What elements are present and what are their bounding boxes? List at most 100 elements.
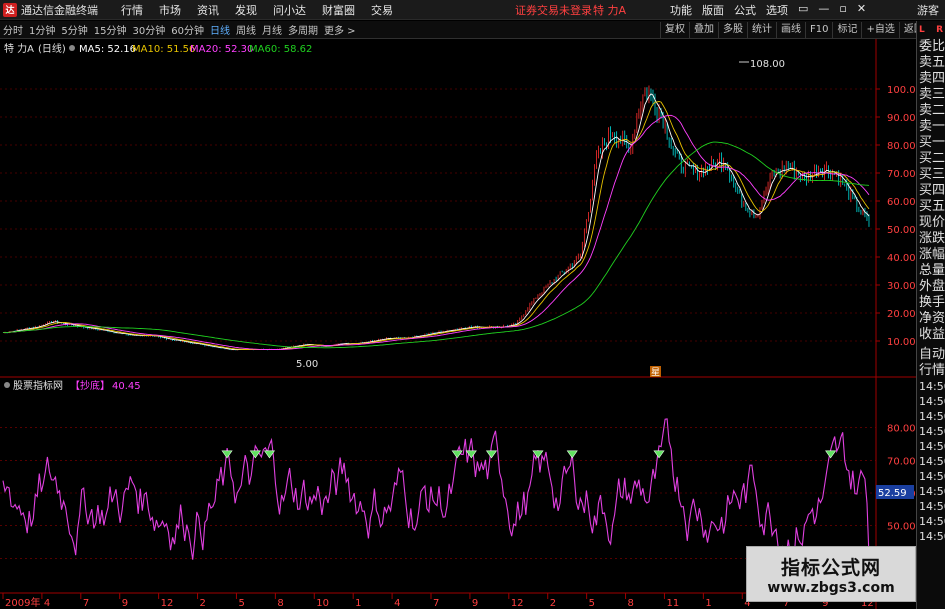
right-menus: 功能 版面 公式 选项 ▭ — ▫ ✕ (665, 2, 871, 18)
x-tick-label: 5 (238, 598, 244, 609)
side-net-assets: 净资 (919, 311, 945, 326)
period-multi[interactable]: 多周期 (285, 22, 321, 37)
price-tick-label: 50.00 (887, 225, 916, 236)
side-right-label[interactable]: R (936, 25, 943, 35)
tick-time: 14:50 (919, 395, 945, 408)
side-turnover: 换手 (919, 295, 945, 310)
ma10-line (2, 101, 870, 351)
menu-options[interactable]: 选项 (761, 2, 793, 18)
x-tick-label: 9 (122, 598, 128, 609)
app-title: 通达信金融终端 (21, 3, 98, 17)
high-label: 108.00 (750, 59, 785, 70)
menu-discover[interactable]: 发现 (227, 2, 265, 18)
period-monthly[interactable]: 月线 (259, 22, 285, 37)
adjust-button[interactable]: 复权 (660, 21, 689, 38)
candles (4, 85, 870, 351)
watermark-title: 指标公式网 (780, 556, 881, 579)
menu-news[interactable]: 资讯 (189, 2, 227, 18)
indicator-value: 40.45 (112, 381, 141, 392)
period-15min[interactable]: 15分钟 (91, 22, 130, 37)
indicator-tick-label: 70.00 (887, 456, 916, 467)
chart-area[interactable]: 特 力A (日线) MA5: 52.16 MA10: 51.56 MA20: 5… (0, 39, 916, 609)
indicator-current-value: 52.59 (878, 488, 907, 499)
side-left-label[interactable]: L (919, 25, 925, 35)
price-tick-label: 100.00 (887, 85, 916, 96)
tick-time: 14:50 (919, 470, 945, 483)
settings-dot-icon[interactable] (69, 45, 75, 51)
draw-line-button[interactable]: 画线 (776, 21, 805, 38)
legend-ma10: MA10: 51.56 (132, 44, 195, 55)
top-signal-icon (221, 450, 233, 459)
price-tick-label: 60.00 (887, 197, 916, 208)
guest-label[interactable]: 游客 (917, 2, 939, 18)
x-tick-label: 4 (394, 598, 400, 609)
side-ask2: 卖二 (919, 103, 945, 118)
side-quotes[interactable]: 行情 (917, 363, 945, 379)
restore-icon[interactable]: ▭ (793, 2, 813, 18)
period-60min[interactable]: 60分钟 (168, 22, 207, 37)
top-signal-icon (825, 450, 837, 459)
mark-button[interactable]: 标记 (832, 21, 861, 38)
period-more[interactable]: 更多 > (321, 22, 359, 37)
x-tick-label: 12 (161, 598, 174, 609)
period-timeshare[interactable]: 分时 (0, 22, 26, 37)
period-weekly[interactable]: 周线 (233, 22, 259, 37)
close-icon[interactable]: ✕ (852, 2, 871, 18)
menu-wealth-circle[interactable]: 财富圈 (314, 2, 363, 18)
statistics-button[interactable]: 统计 (747, 21, 776, 38)
tick-time: 14:50 (919, 380, 945, 393)
side-ask4: 卖四 (919, 71, 945, 86)
panel-settings-icon[interactable] (4, 382, 10, 388)
login-status[interactable]: 证券交易未登录 (515, 2, 592, 18)
menu-market-quotes[interactable]: 行情 (113, 2, 151, 18)
tick-time: 14:50 (919, 485, 945, 498)
date-axis: 2009年 4 7 9 12 2 5 8 10 1 4 7 9 12 2 5 8 11 1 4 7 9 12 (2, 593, 874, 609)
menu-layout[interactable]: 版面 (697, 2, 729, 18)
menu-function[interactable]: 功能 (665, 2, 697, 18)
period-daily[interactable]: 日线 (207, 22, 233, 37)
lower-panel-header: 股票指标网 【抄底】 40.45 (4, 379, 141, 392)
minimize-icon[interactable]: — (813, 2, 834, 18)
low-label: 5.00 (296, 359, 318, 370)
period-30min[interactable]: 30分钟 (129, 22, 168, 37)
f10-button[interactable]: F10 (805, 21, 832, 38)
maximize-icon[interactable]: ▫ (834, 2, 851, 18)
legend-ma60: MA60: 58.62 (249, 44, 312, 55)
side-auto[interactable]: 自动 (917, 347, 945, 363)
side-ask1: 卖一 (919, 119, 945, 134)
tick-time: 14:50 (919, 425, 945, 438)
add-watchlist-button[interactable]: +自选 (861, 21, 898, 38)
menu-formula[interactable]: 公式 (729, 2, 761, 18)
top-signal-icon (566, 450, 578, 459)
x-tick-label: 1 (355, 598, 361, 609)
price-tick-label: 80.00 (887, 141, 916, 152)
price-tick-label: 10.00 (887, 337, 916, 348)
x-tick-label: 11 (666, 598, 679, 609)
menu-ask[interactable]: 问小达 (265, 2, 314, 18)
legend-ma20: MA20: 52.30 (190, 44, 253, 55)
side-current-price: 现价 (919, 215, 945, 230)
x-tick-label: 1 (705, 598, 711, 609)
title-bar: 达 通达信金融终端 行情 市场 资讯 发现 问小达 财富圈 交易 证券交易未登录… (0, 0, 945, 20)
x-tick-label: 2 (550, 598, 556, 609)
tick-time: 14:50 (919, 455, 945, 468)
x-tick-label: 7 (433, 598, 439, 609)
period-5min[interactable]: 5分钟 (58, 22, 90, 37)
price-tick-label: 20.00 (887, 309, 916, 320)
indicator-source: 股票指标网 (13, 379, 63, 392)
side-change-pct: 涨幅 (919, 247, 945, 262)
menu-trade[interactable]: 交易 (363, 2, 401, 18)
indicator-tick-label: 50.00 (887, 522, 916, 533)
period-1min[interactable]: 1分钟 (26, 22, 58, 37)
side-change: 涨跌 (919, 231, 945, 246)
multi-stock-button[interactable]: 多股 (718, 21, 747, 38)
side-panel-top: L R (917, 21, 945, 39)
overlay-button[interactable]: 叠加 (689, 21, 718, 38)
indicator-line (2, 418, 870, 565)
ma-legend: 特 力A (日线) MA5: 52.16 MA10: 51.56 MA20: 5… (4, 42, 312, 55)
top-signal-icon (653, 450, 665, 459)
menu-market[interactable]: 市场 (151, 2, 189, 18)
x-tick-label: 10 (316, 598, 329, 609)
x-tick-label: 7 (83, 598, 89, 609)
price-tick-label: 40.00 (887, 253, 916, 264)
